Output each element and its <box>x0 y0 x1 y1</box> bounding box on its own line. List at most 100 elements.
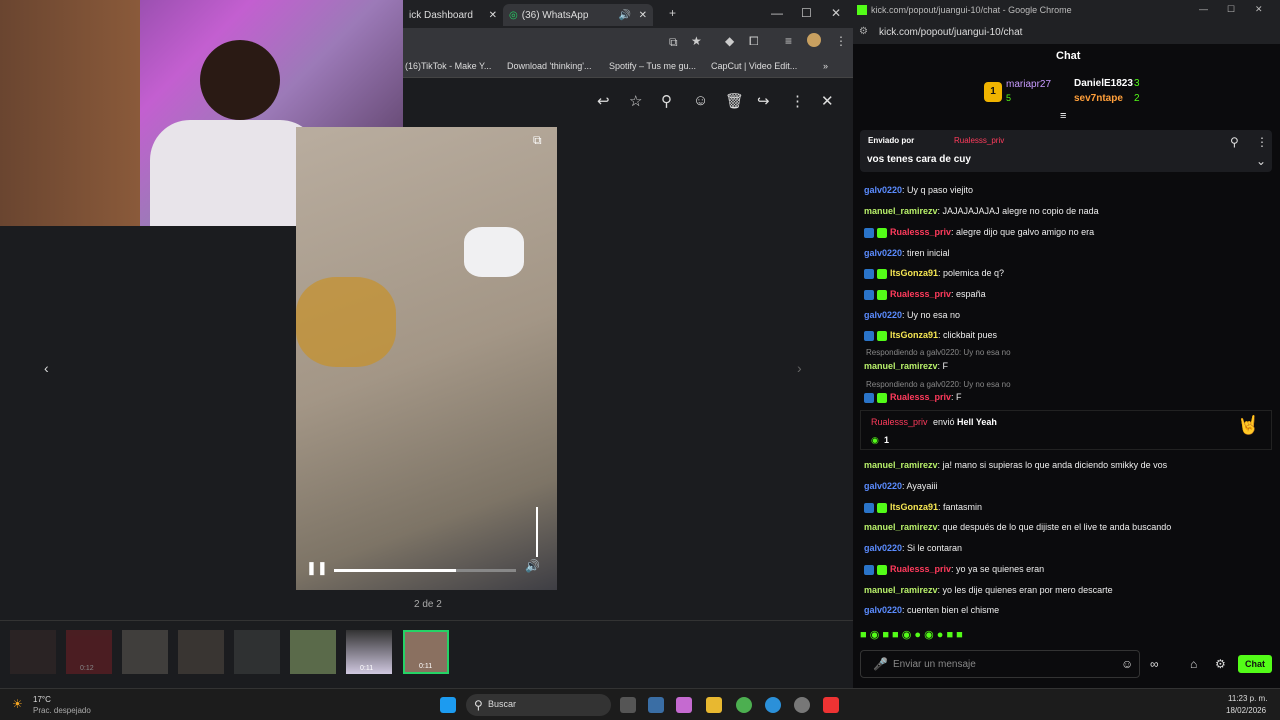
chat-text: : ja! mano si supieras lo que anda dicie… <box>937 460 1168 470</box>
copilot-icon[interactable] <box>676 697 692 713</box>
thumbnail[interactable] <box>10 630 56 674</box>
bookmark-tiktok[interactable]: (16)TikTok - Make Y... <box>405 61 491 71</box>
chat-username[interactable]: galv0220 <box>864 185 902 195</box>
weather-icon[interactable]: ☀ <box>12 697 23 711</box>
minimize-button[interactable]: — <box>1199 4 1208 14</box>
bookmark-capcut[interactable]: CapCut | Video Edit... <box>711 61 797 71</box>
task-view-icon[interactable] <box>620 697 636 713</box>
star-icon[interactable]: ☆ <box>629 92 642 110</box>
maximize-button[interactable]: ☐ <box>801 6 812 20</box>
thumbnail[interactable]: 0:11 <box>346 630 392 674</box>
extension-icon[interactable]: ◆ <box>725 34 734 48</box>
new-tab-button[interactable]: + <box>669 6 676 20</box>
chat-username[interactable]: manuel_ramirezv <box>864 522 938 532</box>
explorer-icon[interactable] <box>706 697 722 713</box>
store-icon[interactable]: ⌂ <box>1190 657 1197 671</box>
avatar[interactable] <box>807 33 821 47</box>
menu-icon[interactable]: ⋮ <box>835 34 847 48</box>
popout-icon[interactable]: ⧉ <box>533 133 542 148</box>
chat-username[interactable]: manuel_ramirezv <box>864 206 938 216</box>
volume-icon[interactable]: 🔊 <box>525 559 540 573</box>
emote-bar[interactable]: ■ ◉ ■ ■ ◉ ● ◉ ● ■ ■ <box>860 628 1060 644</box>
cast-icon[interactable]: ⧉ <box>669 35 678 50</box>
chat-username[interactable]: Rualesss_priv <box>890 227 951 237</box>
pause-icon[interactable]: ❚❚ <box>306 560 328 576</box>
infinity-icon[interactable]: ∞ <box>1150 657 1159 671</box>
pin-icon[interactable]: ⚲ <box>661 92 672 110</box>
emoji-icon[interactable]: ☺ <box>1121 657 1133 671</box>
subscriber-badge-icon <box>864 268 874 279</box>
chat-message: manuel_ramirezv: yo les dije quienes era… <box>864 585 1113 595</box>
more-icon[interactable]: ⋮ <box>1256 135 1268 149</box>
expand-icon[interactable]: ≡ <box>1060 110 1066 122</box>
media-icon[interactable]: ≡ <box>785 34 792 48</box>
close-icon[interactable]: ✕ <box>639 10 647 21</box>
chat-username[interactable]: manuel_ramirezv <box>864 361 938 371</box>
chat-username[interactable]: galv0220 <box>864 605 902 615</box>
tab-whatsapp[interactable]: ◎ (36) WhatsApp 🔊 ✕ <box>503 4 653 26</box>
thumbnail[interactable]: 0:12 <box>66 630 112 674</box>
leader-name[interactable]: sev7ntape <box>1074 93 1123 104</box>
speaker-icon[interactable]: 🔊 <box>619 10 631 21</box>
volume-slider[interactable] <box>536 507 538 557</box>
leader-name[interactable]: mariapr27 <box>1006 79 1051 90</box>
forward-icon[interactable]: ↪ <box>757 92 770 110</box>
chat-username[interactable]: Rualesss_priv <box>890 564 951 574</box>
bookmark-spotify[interactable]: Spotify – Tus me gu... <box>609 61 696 71</box>
delete-icon[interactable]: 🗑 <box>725 92 744 110</box>
chat-message: ItsGonza91: fantasmin <box>864 502 982 513</box>
chat-username[interactable]: ItsGonza91 <box>890 268 938 278</box>
minimize-button[interactable]: — <box>771 6 783 20</box>
progress-track[interactable] <box>334 569 516 572</box>
send-chat-button[interactable]: Chat <box>1238 655 1272 673</box>
chat-username[interactable]: manuel_ramirezv <box>864 585 938 595</box>
pinned-user[interactable]: Rualesss_priv <box>954 136 1004 145</box>
close-icon[interactable]: ✕ <box>489 10 497 21</box>
thumbnail[interactable] <box>234 630 280 674</box>
chevron-down-icon[interactable]: ⌄ <box>1256 154 1266 168</box>
app-icon[interactable] <box>765 697 781 713</box>
prev-arrow-icon[interactable]: ‹ <box>44 360 58 378</box>
tiktok-icon[interactable] <box>823 697 839 713</box>
emoji-icon[interactable]: ☺ <box>693 92 708 109</box>
close-window-button[interactable]: ✕ <box>831 6 841 20</box>
mic-icon[interactable]: 🎤 <box>873 657 888 671</box>
message-input[interactable]: 🎤 Enviar un mensaje ☺ <box>860 650 1140 678</box>
pin-icon[interactable]: ⚲ <box>1230 135 1239 149</box>
close-icon[interactable]: ✕ <box>821 92 834 110</box>
thumbnail[interactable] <box>290 630 336 674</box>
subscriber-badge-icon <box>864 227 874 238</box>
chrome-icon[interactable] <box>736 697 752 713</box>
thumbnail[interactable] <box>178 630 224 674</box>
chat-username[interactable]: Rualesss_priv <box>890 289 951 299</box>
settings-icon[interactable] <box>794 697 810 713</box>
chat-username[interactable]: galv0220 <box>864 481 902 491</box>
chat-username[interactable]: galv0220 <box>864 310 902 320</box>
close-window-button[interactable]: ✕ <box>1255 4 1263 15</box>
chat-username[interactable]: ItsGonza91 <box>890 330 938 340</box>
address-bar[interactable]: ⚙ kick.com/popout/juangui-10/chat <box>853 22 1280 44</box>
thumbnail-selected[interactable]: 0:11 <box>403 630 449 674</box>
maximize-button[interactable]: ☐ <box>1227 4 1235 15</box>
gift-user[interactable]: Rualesss_priv <box>871 417 928 427</box>
chat-username[interactable]: Rualesss_priv <box>890 392 951 402</box>
windows-start-icon[interactable] <box>440 697 456 713</box>
more-icon[interactable]: ⋮ <box>790 92 805 110</box>
search-box[interactable]: ⚲ Buscar <box>466 694 611 716</box>
star-icon[interactable]: ★ <box>691 34 702 48</box>
reply-icon[interactable]: ↩ <box>597 92 610 110</box>
store-icon[interactable] <box>648 697 664 713</box>
chat-username[interactable]: ItsGonza91 <box>890 502 938 512</box>
chat-username[interactable]: manuel_ramirezv <box>864 460 938 470</box>
puzzle-icon[interactable]: ⧠ <box>749 34 759 49</box>
site-settings-icon[interactable]: ⚙ <box>859 26 868 37</box>
more-bookmarks-icon[interactable]: » <box>823 61 828 71</box>
bookmark-thinking[interactable]: Download 'thinking'... <box>507 61 592 71</box>
chat-username[interactable]: galv0220 <box>864 248 902 258</box>
leader-name[interactable]: DanielE1823 <box>1074 78 1133 89</box>
thumbnail[interactable] <box>122 630 168 674</box>
chat-username[interactable]: galv0220 <box>864 543 902 553</box>
tab-dashboard[interactable]: ick Dashboard ✕ <box>403 4 503 26</box>
gear-icon[interactable]: ⚙ <box>1215 657 1226 671</box>
next-arrow-icon[interactable]: › <box>797 360 802 376</box>
